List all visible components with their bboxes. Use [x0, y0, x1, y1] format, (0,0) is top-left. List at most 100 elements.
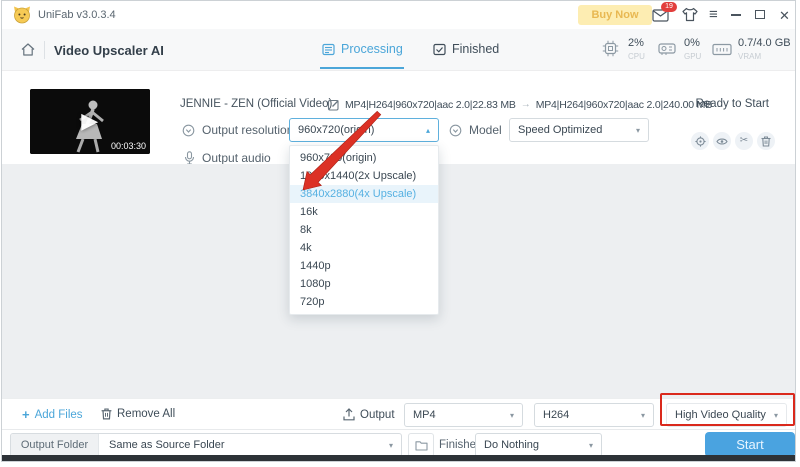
caret-down-icon: ▾: [640, 410, 645, 420]
app-window: UniFab v3.0.3.4 Buy Now 19 ≡ ✕ Video Ups…: [1, 0, 796, 462]
finished-action-select[interactable]: Do Nothing ▾: [475, 433, 602, 457]
finished-action-value: Do Nothing: [484, 439, 540, 451]
model-label-group: Model: [449, 123, 502, 137]
tab-processing[interactable]: Processing: [322, 42, 403, 56]
video-thumbnail[interactable]: ▶ 00:03:30: [30, 89, 150, 154]
start-button[interactable]: Start: [705, 432, 795, 457]
model-select[interactable]: Speed Optimized ▾: [509, 118, 649, 142]
status-text: Ready to Start: [695, 98, 769, 110]
resolution-option[interactable]: 1440p: [290, 257, 438, 275]
video-duration: 00:03:30: [110, 141, 146, 151]
trash-icon: [101, 408, 112, 420]
output-resolution-label: Output resolution: [202, 123, 294, 137]
bottom-toolbar: + Add Files Remove All Output MP4 ▾ H264…: [2, 398, 795, 429]
finished-check-icon: [433, 43, 446, 55]
model-icon: [449, 124, 462, 136]
resolution-option[interactable]: 16k: [290, 203, 438, 221]
source-format: MP4|H264|960x720|aac 2.0|22.83 MB: [345, 98, 516, 111]
resolution-option[interactable]: 1920x1440(2x Upscale): [290, 167, 438, 185]
merch-button[interactable]: [682, 7, 698, 22]
codec-value: H264: [543, 409, 570, 421]
output-label: Output: [360, 408, 395, 421]
resolution-option[interactable]: 4k: [290, 239, 438, 257]
trim-button[interactable]: ✂: [735, 132, 753, 150]
caret-down-icon: ▾: [388, 440, 393, 450]
eye-icon: [716, 137, 728, 145]
tab-processing-label: Processing: [341, 42, 403, 56]
codec-select[interactable]: H264 ▾: [534, 403, 654, 427]
minimize-icon: [731, 14, 741, 16]
title-bar: UniFab v3.0.3.4 Buy Now 19 ≡ ✕: [2, 1, 795, 29]
caret-down-icon: ▾: [588, 440, 593, 450]
divider: [44, 41, 45, 59]
home-button[interactable]: [20, 42, 36, 57]
add-files-button[interactable]: + Add Files: [22, 408, 83, 421]
active-tab-underline: [320, 67, 404, 69]
maximize-button[interactable]: [755, 10, 765, 19]
target-format: MP4|H264|960x720|aac 2.0|240.00 MB: [535, 98, 713, 111]
vram-usage-value: 0.7/4.0 GB: [738, 37, 791, 49]
output-audio-label-group: Output audio: [184, 151, 271, 165]
vram-icon: [712, 43, 732, 56]
caret-down-icon: ▾: [773, 410, 778, 420]
plus-icon: +: [22, 407, 30, 422]
gpu-icon: [658, 42, 676, 56]
resolution-option[interactable]: 960x720(origin): [290, 149, 438, 167]
output-resolution-select[interactable]: 960x720(origin) ▴: [289, 118, 439, 142]
gpu-usage-label: GPU: [684, 52, 702, 61]
model-label: Model: [469, 123, 502, 137]
scissors-icon: ✂: [739, 135, 749, 146]
menu-button[interactable]: ≡: [709, 7, 718, 22]
quality-select[interactable]: High Video Quality ▾: [666, 403, 787, 427]
tab-finished-label: Finished: [452, 42, 500, 56]
add-files-label: Add Files: [34, 408, 83, 421]
output-format-select[interactable]: MP4 ▾: [404, 403, 523, 427]
resolution-option[interactable]: 1080p: [290, 275, 438, 293]
browse-folder-button[interactable]: [408, 433, 434, 457]
export-icon: [343, 408, 355, 421]
trash-icon: [761, 136, 771, 147]
processing-list-icon: [322, 43, 335, 55]
file-title: JENNIE - ZEN (Official Video): [180, 98, 333, 110]
output-label-group: Output: [343, 408, 395, 421]
play-icon[interactable]: ▶: [81, 107, 98, 133]
module-title: Video Upscaler AI: [54, 43, 164, 58]
quality-value: High Video Quality: [675, 409, 766, 421]
format-arrow-icon: →: [520, 99, 531, 110]
output-folder-value: Same as Source Folder: [109, 439, 225, 451]
cpu-icon: [602, 40, 619, 57]
caret-up-icon: ▴: [425, 125, 430, 135]
tab-finished[interactable]: Finished: [433, 42, 499, 56]
model-value: Speed Optimized: [518, 124, 603, 136]
output-folder-select[interactable]: Output Folder Same as Source Folder ▾: [10, 433, 402, 457]
advanced-settings-button[interactable]: [691, 132, 709, 150]
nav-bar: Video Upscaler AI Processing Finished 2%…: [2, 29, 795, 71]
cpu-usage-label: CPU: [628, 52, 645, 61]
minimize-button[interactable]: [731, 14, 741, 16]
app-logo-icon: [12, 5, 32, 25]
maximize-icon: [755, 10, 765, 19]
resolution-option[interactable]: 8k: [290, 221, 438, 239]
format-info-row: MP4|H264|960x720|aac 2.0|22.83 MB → MP4|…: [327, 98, 712, 111]
caret-down-icon: ▾: [635, 125, 640, 135]
buy-now-button[interactable]: Buy Now: [578, 5, 652, 25]
remove-all-button[interactable]: Remove All: [101, 408, 175, 420]
vram-usage-label: VRAM: [738, 52, 762, 61]
mail-badge: 19: [661, 2, 677, 12]
app-title: UniFab v3.0.3.4: [38, 9, 116, 21]
home-icon: [21, 43, 35, 56]
preview-button[interactable]: [713, 132, 731, 150]
edit-title-icon[interactable]: [327, 98, 340, 111]
cpu-usage-value: 2%: [628, 37, 644, 49]
folder-icon: [414, 440, 428, 451]
output-format-value: MP4: [413, 409, 436, 421]
delete-button[interactable]: [757, 132, 775, 150]
resolution-option[interactable]: 720p: [290, 293, 438, 311]
remove-all-label: Remove All: [117, 408, 176, 420]
close-button[interactable]: ✕: [779, 9, 790, 22]
resolution-option-highlighted[interactable]: 3840x2880(4x Upscale): [290, 185, 438, 203]
caret-down-icon: ▾: [509, 410, 514, 420]
gear-icon: [694, 135, 706, 147]
window-bottom-edge: [2, 455, 795, 461]
output-resolution-label-group: Output resolution: [182, 123, 293, 137]
